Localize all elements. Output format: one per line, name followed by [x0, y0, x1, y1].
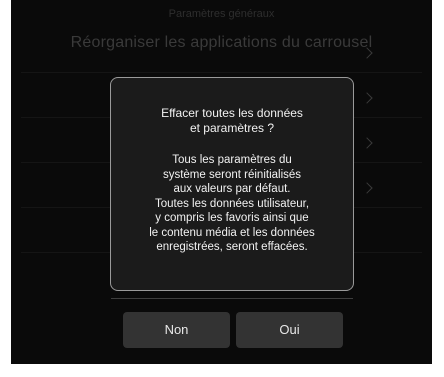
chevron-right-icon [361, 92, 373, 104]
chevron-right-icon [361, 182, 373, 194]
background-header: Paramètres généraux [168, 8, 275, 20]
dialog-divider [111, 298, 353, 299]
confirm-reset-dialog: Effacer toutes les données et paramètres… [110, 77, 354, 348]
dialog-message: Tous les paramètres du système seront ré… [149, 154, 315, 253]
yes-button[interactable]: Oui [236, 312, 343, 348]
no-button[interactable]: Non [123, 312, 230, 348]
chevron-right-icon [361, 137, 373, 149]
dialog-title: Effacer toutes les données et paramètres… [161, 106, 303, 135]
list-divider [21, 72, 422, 73]
settings-screen: Paramètres généraux Réorganiser les appl… [11, 0, 432, 364]
